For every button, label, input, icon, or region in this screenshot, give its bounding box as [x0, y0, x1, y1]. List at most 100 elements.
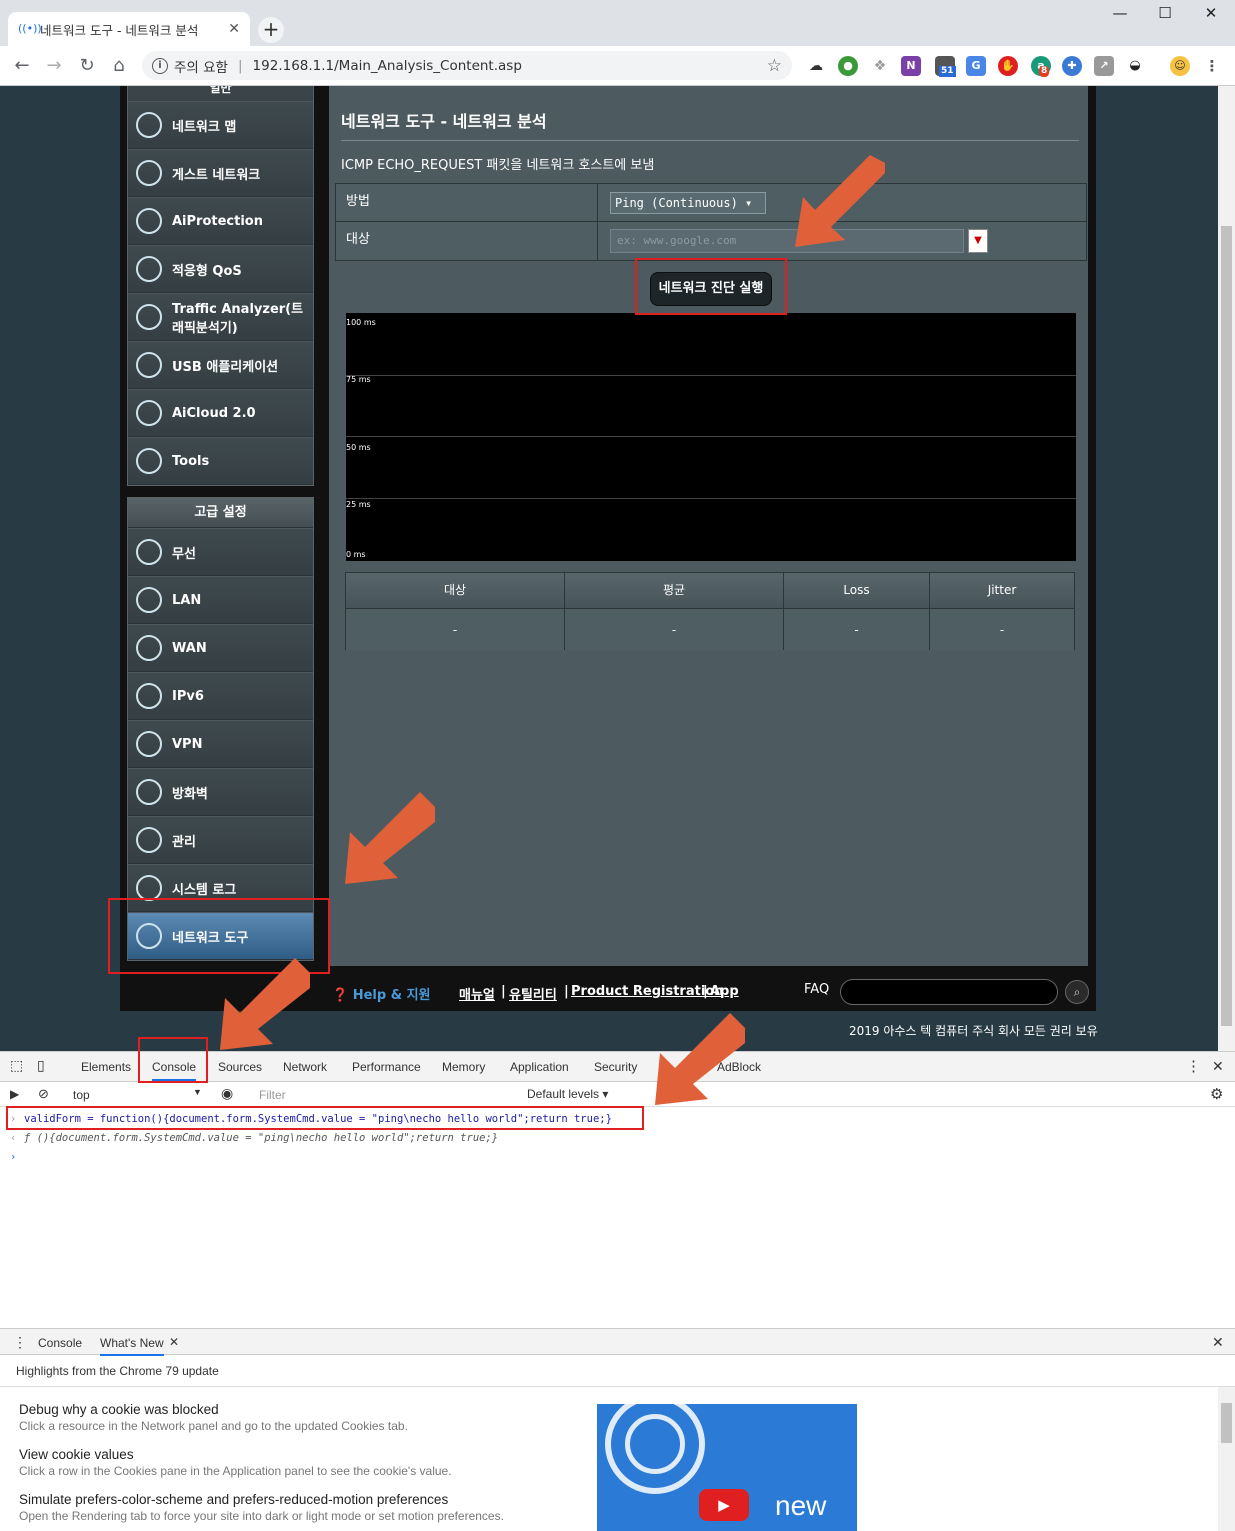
context-select[interactable]: top: [73, 1088, 90, 1102]
eye-icon[interactable]: ◉: [221, 1085, 233, 1102]
promo-video-thumbnail[interactable]: ▶ new: [597, 1404, 857, 1531]
close-devtools-icon[interactable]: ✕: [1212, 1058, 1224, 1075]
scrollbar-thumb[interactable]: [1221, 226, 1232, 1026]
close-window-button[interactable]: ✕: [1196, 4, 1226, 26]
menu-kebab-icon[interactable]: ⋮: [1202, 56, 1222, 76]
adblock-extension-icon[interactable]: ✋: [998, 56, 1018, 76]
general-item[interactable]: USB 애플리케이션: [128, 341, 313, 389]
advanced-item[interactable]: 방화벽: [128, 768, 313, 816]
product-registration-link[interactable]: Product Registration: [571, 984, 723, 999]
usb-icon: [136, 352, 162, 378]
whats-new-item[interactable]: Simulate prefers-color-scheme and prefer…: [19, 1492, 504, 1523]
browser-toolbar: ← → ↻ ⌂ i 주의 요함 | 192.168.1.1/Main_Analy…: [0, 46, 1235, 86]
advanced-item[interactable]: LAN: [128, 576, 313, 624]
tab-network[interactable]: Network: [283, 1060, 327, 1074]
general-item[interactable]: 네트워크 맵: [128, 101, 313, 149]
advanced-item[interactable]: WAN: [128, 624, 313, 672]
console-prompt-icon[interactable]: ›: [10, 1151, 16, 1163]
whats-new-item[interactable]: Debug why a cookie was blocked Click a re…: [19, 1402, 408, 1433]
dropbox-extension-icon[interactable]: ❖: [870, 56, 890, 76]
tab-sources[interactable]: Sources: [218, 1060, 262, 1074]
calendar-extension-icon[interactable]: 51: [935, 56, 956, 77]
back-icon[interactable]: ←: [10, 54, 34, 78]
play-icon[interactable]: ▶: [699, 1489, 749, 1521]
home-icon[interactable]: ⌂: [107, 54, 131, 78]
tab-application[interactable]: Application: [510, 1060, 569, 1074]
menu-item-label: AiCloud 2.0: [172, 405, 256, 421]
bookmark-star-icon[interactable]: ☆: [767, 56, 782, 76]
guest-network-icon: [136, 160, 162, 186]
drawer-scrollbar[interactable]: [1218, 1387, 1235, 1531]
result-icon: ‹: [10, 1132, 17, 1144]
scrollbar-thumb[interactable]: [1221, 1403, 1232, 1443]
chart-extension-icon[interactable]: ↗: [1094, 56, 1114, 76]
reload-icon[interactable]: ↻: [75, 54, 99, 78]
method-select[interactable]: Ping (Continuous) ▾: [610, 192, 766, 214]
cloud-extension-icon[interactable]: ☁: [806, 56, 826, 76]
target-row: 대상 ex: www.google.com ▼: [336, 222, 1086, 260]
manual-link[interactable]: 매뉴얼: [459, 984, 495, 1003]
header-jitter: Jitter: [930, 573, 1074, 608]
advanced-item[interactable]: 무선: [128, 528, 313, 576]
translate-extension-icon[interactable]: G: [966, 56, 986, 76]
network-extension-icon[interactable]: ✚: [1062, 56, 1082, 76]
search-icon[interactable]: ⌕: [1065, 980, 1089, 1004]
drawer-tab-console[interactable]: Console: [38, 1336, 82, 1350]
globe-extension-icon[interactable]: ●: [838, 56, 858, 76]
incognito-extension-icon[interactable]: ◒: [1125, 56, 1145, 76]
router-favicon-icon: ((•)): [18, 22, 42, 35]
page-scrollbar[interactable]: [1218, 86, 1235, 1051]
close-drawer-icon[interactable]: ✕: [1212, 1334, 1224, 1351]
log-levels-select[interactable]: Default levels ▾: [527, 1087, 608, 1101]
maximize-button[interactable]: ☐: [1150, 4, 1180, 26]
whats-new-item[interactable]: View cookie values Click a row in the Coo…: [19, 1447, 452, 1478]
console-output[interactable]: › validForm = function(){document.form.S…: [0, 1107, 1235, 1327]
settings-gear-icon[interactable]: ⚙: [1210, 1085, 1223, 1103]
clear-console-icon[interactable]: ⊘: [38, 1086, 49, 1102]
gridline: [346, 436, 1076, 437]
device-toolbar-icon[interactable]: ▯: [37, 1057, 45, 1074]
general-item[interactable]: Traffic Analyzer(트래픽분석기): [128, 293, 313, 341]
onenote-extension-icon[interactable]: N: [901, 56, 921, 76]
tab-security[interactable]: Security: [594, 1060, 637, 1074]
new-tab-button[interactable]: +: [258, 17, 284, 43]
info-icon[interactable]: i: [152, 57, 168, 74]
utility-link[interactable]: 유틸리티: [509, 984, 557, 1003]
speedometer-icon: [136, 256, 162, 282]
sidebar-toggle-icon[interactable]: ▶: [10, 1087, 19, 1101]
advanced-item[interactable]: 관리: [128, 816, 313, 864]
general-item[interactable]: 적응형 QoS: [128, 245, 313, 293]
lan-icon: [136, 587, 162, 613]
ipv6-icon: [136, 683, 162, 709]
drawer-tab-whats-new[interactable]: What's New: [100, 1336, 164, 1356]
general-item[interactable]: AiCloud 2.0: [128, 389, 313, 437]
forward-icon[interactable]: →: [42, 54, 66, 78]
advanced-item[interactable]: IPv6: [128, 672, 313, 720]
general-item[interactable]: 게스트 네트워크: [128, 149, 313, 197]
ping-chart: 100 ms 75 ms 50 ms 25 ms 0 ms: [346, 313, 1076, 561]
faq-search-input[interactable]: [840, 979, 1058, 1005]
inspect-icon[interactable]: ⬚: [10, 1057, 23, 1074]
general-item[interactable]: AiProtection: [128, 197, 313, 245]
more-options-icon[interactable]: ⋮: [1186, 1057, 1201, 1075]
minimize-button[interactable]: —: [1105, 4, 1135, 26]
address-bar[interactable]: i 주의 요함 | 192.168.1.1/Main_Analysis_Cont…: [142, 51, 792, 80]
close-tab-icon[interactable]: ✕: [228, 21, 240, 37]
help-link[interactable]: ❓ Help & 지원: [332, 984, 431, 1003]
tab-performance[interactable]: Performance: [352, 1060, 421, 1074]
filter-input[interactable]: Filter: [259, 1088, 286, 1102]
grammar-extension-icon[interactable]: a8: [1031, 56, 1051, 77]
close-tab-icon[interactable]: ✕: [169, 1335, 179, 1349]
general-item[interactable]: Tools: [128, 437, 313, 485]
app-link[interactable]: App: [710, 984, 739, 999]
dropdown-arrow-icon[interactable]: ▼: [968, 229, 988, 253]
browser-tab[interactable]: ((•)) 네트워크 도구 - 네트워크 분석 ✕: [8, 12, 250, 46]
profile-avatar-icon[interactable]: ☺: [1170, 56, 1190, 76]
advanced-item[interactable]: VPN: [128, 720, 313, 768]
drawer-menu-icon[interactable]: ⋮: [13, 1334, 27, 1351]
tab-elements[interactable]: Elements: [81, 1060, 131, 1074]
item-desc: Click a resource in the Network panel an…: [19, 1419, 408, 1433]
devtools-drawer: ⋮ Console What's New ✕ ✕ Highlights from…: [0, 1328, 1235, 1531]
tab-memory[interactable]: Memory: [442, 1060, 485, 1074]
tab-title: 네트워크 도구 - 네트워크 분석: [40, 22, 199, 38]
